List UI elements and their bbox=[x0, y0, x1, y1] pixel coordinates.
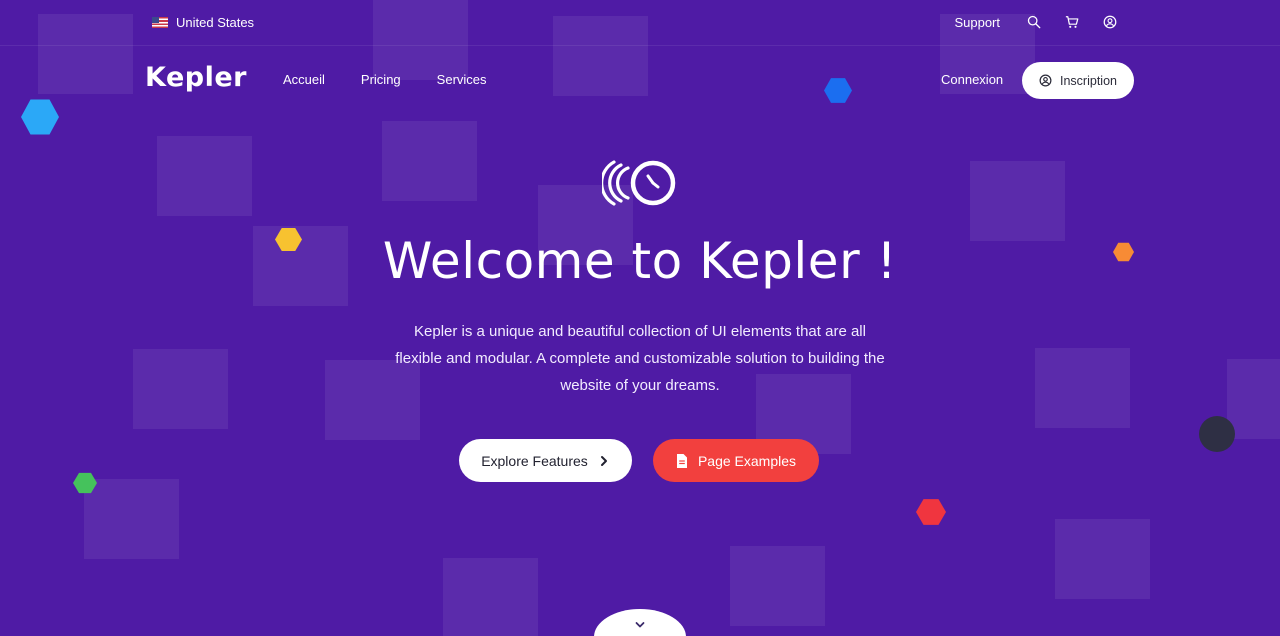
user-icon[interactable] bbox=[1100, 12, 1120, 32]
hero-title: Welcome to Kepler ! bbox=[382, 232, 898, 290]
scroll-down-button[interactable] bbox=[594, 609, 686, 636]
page-examples-label: Page Examples bbox=[697, 452, 797, 469]
explore-features-button[interactable]: Explore Features bbox=[459, 439, 632, 482]
bg-square bbox=[1055, 519, 1150, 599]
chevron-down-icon bbox=[635, 622, 645, 628]
support-link[interactable]: Support bbox=[954, 15, 1000, 30]
bg-square bbox=[382, 121, 477, 201]
bg-square bbox=[133, 349, 228, 429]
bg-square bbox=[84, 479, 179, 559]
blue-hexagon bbox=[824, 78, 852, 103]
chevron-right-icon bbox=[600, 455, 607, 466]
login-link[interactable]: Connexion bbox=[941, 72, 1003, 87]
dark-circle bbox=[1199, 416, 1235, 452]
clock-signal-icon bbox=[602, 160, 676, 206]
us-flag-icon bbox=[152, 17, 168, 28]
nav-item-services[interactable]: Services bbox=[437, 72, 487, 87]
bg-square bbox=[970, 161, 1065, 241]
user-circle-icon bbox=[1039, 74, 1052, 87]
locale-selector[interactable]: United States bbox=[152, 15, 254, 30]
top-bar: United States Support bbox=[0, 0, 1280, 46]
page-examples-button[interactable]: Page Examples bbox=[653, 439, 819, 482]
document-icon bbox=[676, 453, 687, 468]
signup-label: Inscription bbox=[1060, 73, 1117, 88]
red-hexagon bbox=[916, 499, 946, 525]
top-utilities: Support bbox=[954, 12, 1120, 32]
hero-description: Kepler is a unique and beautiful collect… bbox=[395, 323, 885, 394]
explore-features-label: Explore Features bbox=[481, 452, 588, 469]
blue-hexagon bbox=[21, 99, 59, 135]
nav-item-pricing[interactable]: Pricing bbox=[361, 72, 401, 87]
logo[interactable]: Kepler bbox=[145, 62, 247, 93]
cart-icon[interactable] bbox=[1062, 12, 1082, 32]
main-nav: Accueil Pricing Services bbox=[283, 72, 487, 87]
search-icon[interactable] bbox=[1024, 12, 1044, 32]
nav-item-accueil[interactable]: Accueil bbox=[283, 72, 325, 87]
bg-square bbox=[157, 136, 252, 216]
locale-label: United States bbox=[176, 15, 255, 30]
bg-square bbox=[730, 546, 825, 626]
bg-square bbox=[1227, 359, 1280, 439]
bg-square bbox=[1035, 348, 1130, 428]
green-hexagon bbox=[73, 472, 97, 494]
signup-button[interactable]: Inscription bbox=[1022, 62, 1134, 99]
bg-square bbox=[443, 558, 538, 636]
